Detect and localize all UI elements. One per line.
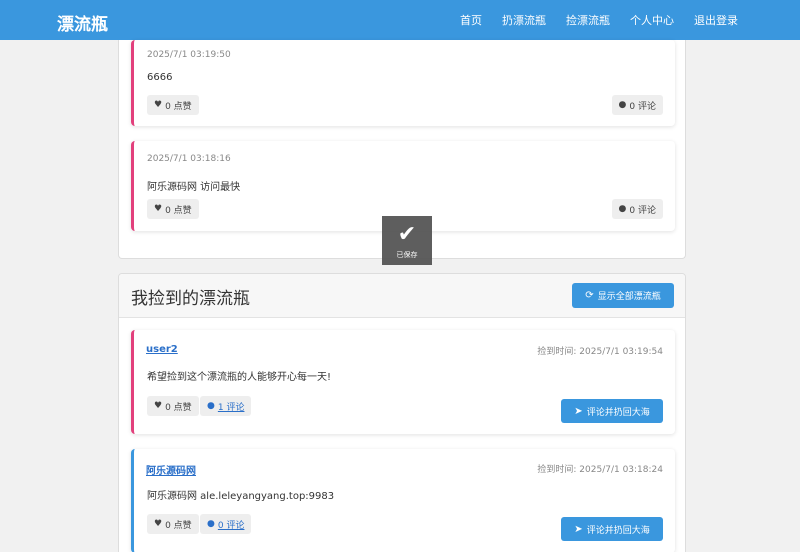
comment-count: 0 评论 [629,101,656,112]
comment-and-throw-back-button[interactable]: ➤ 评论并扔回大海 [561,399,663,423]
nav-pick-bottle[interactable]: 捡漂流瓶 [566,12,610,28]
nav-profile[interactable]: 个人中心 [630,12,674,28]
comment-count: 0 评论 [217,520,245,531]
comment-icon: ● [207,519,215,529]
nav-logout[interactable]: 退出登录 [694,12,738,28]
brand-logo[interactable]: 漂流瓶 [57,10,108,35]
like-button[interactable]: ♥ 0 点赞 [147,199,199,219]
comment-count: 1 评论 [217,402,245,413]
comment-icon: ● [207,401,215,411]
bottle-content: 希望捡到这个漂流瓶的人能够开心每一天! [147,372,332,383]
bottle-content: 阿乐源码网 ale.leleyangyang.top:9983 [147,491,335,502]
like-count: 0 点赞 [165,402,192,413]
bottle-author-link[interactable]: user2 [146,344,178,355]
like-count: 0 点赞 [165,205,192,216]
show-all-bottles-button[interactable]: ⟳ 显示全部漂流瓶 [572,283,674,308]
section-header: 我捡到的漂流瓶 ⟳ 显示全部漂流瓶 [119,274,685,318]
show-all-label: 显示全部漂流瓶 [597,292,661,302]
comment-icon: ● [618,100,627,110]
picked-bottle-card: 阿乐源码网 捡到时间: 2025/7/1 03:18:24 阿乐源码网 ale.… [131,449,675,552]
nav-menu: 首页 扔漂流瓶 捡漂流瓶 个人中心 退出登录 [440,0,738,40]
action-label: 评论并扔回大海 [586,407,650,418]
like-count: 0 点赞 [165,101,192,112]
picked-bottles-panel: 我捡到的漂流瓶 ⟳ 显示全部漂流瓶 user2 捡到时间: 2025/7/1 0… [118,273,686,552]
bottle-card: 2025/7/1 03:19:50 6666 ♥ 0 点赞 ● 0 评论 [131,40,675,126]
bottle-author-link[interactable]: 阿乐源码网 [146,462,196,477]
picked-time: 捡到时间: 2025/7/1 03:19:54 [537,347,663,357]
like-button[interactable]: ♥ 0 点赞 [147,396,199,416]
comment-button[interactable]: ● 0 评论 [611,95,663,115]
refresh-icon: ⟳ [585,290,594,301]
nav-throw-bottle[interactable]: 扔漂流瓶 [502,12,546,28]
heart-icon: ♥ [154,204,163,214]
section-title: 我捡到的漂流瓶 [131,289,250,309]
heart-icon: ♥ [154,100,163,110]
paper-plane-icon: ➤ [574,523,583,535]
top-navbar: 漂流瓶 首页 扔漂流瓶 捡漂流瓶 个人中心 退出登录 [0,0,800,40]
comment-link[interactable]: ● 0 评论 [200,514,252,534]
comment-and-throw-back-button[interactable]: ➤ 评论并扔回大海 [561,517,663,541]
comment-icon: ● [618,204,627,214]
bottle-time: 2025/7/1 03:19:50 [147,50,231,60]
heart-icon: ♥ [154,519,163,529]
picked-bottle-card: user2 捡到时间: 2025/7/1 03:19:54 希望捡到这个漂流瓶的… [131,330,675,434]
nav-home[interactable]: 首页 [460,12,482,28]
toast-text: 已保存 [396,251,418,259]
bottle-content: 6666 [147,72,173,83]
check-icon: ✔ [397,222,417,247]
comment-button[interactable]: ● 0 评论 [611,199,663,219]
paper-plane-icon: ➤ [574,405,583,417]
heart-icon: ♥ [154,401,163,411]
bottle-content: 阿乐源码网 访问最快 [147,182,241,193]
like-button[interactable]: ♥ 0 点赞 [147,95,199,115]
picked-time: 捡到时间: 2025/7/1 03:18:24 [537,465,663,475]
comment-link[interactable]: ● 1 评论 [200,396,252,416]
like-count: 0 点赞 [165,520,192,531]
bottle-time: 2025/7/1 03:18:16 [147,154,231,164]
comment-count: 0 评论 [629,205,656,216]
like-button[interactable]: ♥ 0 点赞 [147,514,199,534]
saved-toast: ✔ 已保存 [382,216,432,265]
action-label: 评论并扔回大海 [586,525,650,536]
